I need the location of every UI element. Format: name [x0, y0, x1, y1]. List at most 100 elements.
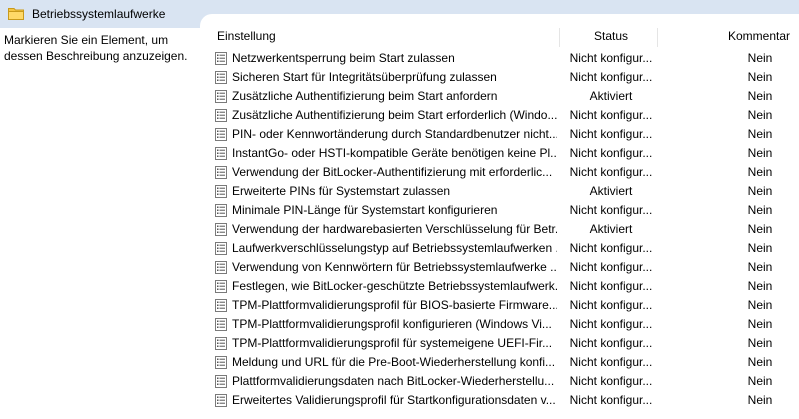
table-row[interactable]: Plattformvalidierungsdaten nach BitLocke…: [210, 372, 799, 391]
table-row[interactable]: PIN- oder Kennwortänderung durch Standar…: [210, 125, 799, 144]
setting-name: InstantGo- oder HSTI-kompatible Geräte b…: [232, 146, 557, 160]
setting-name: PIN- oder Kennwortänderung durch Standar…: [232, 127, 557, 141]
setting-comment: Nein: [747, 146, 773, 160]
column-header-status[interactable]: Status: [594, 28, 628, 47]
setting-name: TPM-Plattformvalidierungsprofil konfigur…: [232, 317, 552, 331]
setting-name: Verwendung von Kennwörtern für Betriebss…: [232, 260, 557, 274]
setting-name: TPM-Plattformvalidierungsprofil für BIOS…: [232, 298, 557, 312]
setting-comment: Nein: [747, 222, 773, 236]
setting-status: Nicht konfigur...: [569, 241, 653, 255]
setting-status: Nicht konfigur...: [569, 108, 653, 122]
settings-list: Netzwerkentsperrung beim Start zulassen N…: [210, 49, 799, 410]
policy-setting-icon: [215, 109, 227, 122]
policy-setting-icon: [215, 394, 227, 407]
setting-name: Minimale PIN-Länge für Systemstart konfi…: [232, 203, 498, 217]
table-row[interactable]: Erweitertes Validierungsprofil für Start…: [210, 391, 799, 410]
setting-status: Nicht konfigur...: [569, 260, 653, 274]
policy-setting-icon: [215, 337, 227, 350]
setting-comment: Nein: [747, 260, 773, 274]
table-row[interactable]: Zusätzliche Authentifizierung beim Start…: [210, 87, 799, 106]
setting-status: Nicht konfigur...: [569, 317, 653, 331]
table-row[interactable]: Verwendung der hardwarebasierten Verschl…: [210, 220, 799, 239]
setting-comment: Nein: [747, 203, 773, 217]
setting-name: Plattformvalidierungsdaten nach BitLocke…: [232, 374, 555, 388]
policy-setting-icon: [215, 280, 227, 293]
setting-name: Laufwerkverschlüsselungstyp auf Betriebs…: [232, 241, 557, 255]
setting-status: Nicht konfigur...: [569, 393, 653, 407]
policy-setting-icon: [215, 299, 227, 312]
setting-comment: Nein: [747, 184, 773, 198]
policy-setting-icon: [215, 52, 227, 65]
setting-comment: Nein: [747, 393, 773, 407]
setting-name: Sicheren Start für Integritätsüberprüfun…: [232, 70, 497, 84]
setting-name: Zusätzliche Authentifizierung beim Start…: [232, 108, 557, 122]
table-row[interactable]: Verwendung der BitLocker-Authentifizieru…: [210, 163, 799, 182]
policy-setting-icon: [215, 261, 227, 274]
policy-setting-icon: [215, 356, 227, 369]
setting-status: Nicht konfigur...: [569, 146, 653, 160]
policy-setting-icon: [215, 375, 227, 388]
table-row[interactable]: TPM-Plattformvalidierungsprofil konfigur…: [210, 315, 799, 334]
setting-status: Nicht konfigur...: [569, 374, 653, 388]
setting-name: Netzwerkentsperrung beim Start zulassen: [232, 51, 455, 65]
setting-status: Nicht konfigur...: [569, 70, 653, 84]
setting-status: Nicht konfigur...: [569, 355, 653, 369]
table-row[interactable]: InstantGo- oder HSTI-kompatible Geräte b…: [210, 144, 799, 163]
setting-name: Erweitertes Validierungsprofil für Start…: [232, 393, 556, 407]
table-row[interactable]: Zusätzliche Authentifizierung beim Start…: [210, 106, 799, 125]
column-divider[interactable]: [559, 28, 560, 47]
setting-name: Meldung und URL für die Pre-Boot-Wiederh…: [232, 355, 556, 369]
table-row[interactable]: Minimale PIN-Länge für Systemstart konfi…: [210, 201, 799, 220]
setting-comment: Nein: [747, 70, 773, 84]
setting-comment: Nein: [747, 51, 773, 65]
policy-setting-icon: [215, 185, 227, 198]
setting-status: Nicht konfigur...: [569, 336, 653, 350]
column-divider[interactable]: [657, 28, 658, 47]
table-row[interactable]: TPM-Plattformvalidierungsprofil für syst…: [210, 334, 799, 353]
table-row[interactable]: Erweiterte PINs für Systemstart zulassen…: [210, 182, 799, 201]
policy-setting-icon: [215, 204, 227, 217]
setting-status: Nicht konfigur...: [569, 165, 653, 179]
setting-comment: Nein: [747, 298, 773, 312]
table-row[interactable]: Meldung und URL für die Pre-Boot-Wiederh…: [210, 353, 799, 372]
setting-name: Verwendung der BitLocker-Authentifizieru…: [232, 165, 553, 179]
setting-comment: Nein: [747, 374, 773, 388]
setting-comment: Nein: [747, 317, 773, 331]
policy-setting-icon: [215, 318, 227, 331]
table-row[interactable]: TPM-Plattformvalidierungsprofil für BIOS…: [210, 296, 799, 315]
folder-icon: [8, 8, 24, 20]
table-row[interactable]: Festlegen, wie BitLocker-geschützte Betr…: [210, 277, 799, 296]
setting-name: Erweiterte PINs für Systemstart zulassen: [232, 184, 451, 198]
setting-comment: Nein: [747, 241, 773, 255]
setting-comment: Nein: [747, 165, 773, 179]
setting-status: Aktiviert: [589, 222, 633, 236]
setting-status: Nicht konfigur...: [569, 127, 653, 141]
setting-comment: Nein: [747, 89, 773, 103]
policy-setting-icon: [215, 147, 227, 160]
table-header: Einstellung Status Kommentar: [210, 28, 799, 47]
table-row[interactable]: Sicheren Start für Integritätsüberprüfun…: [210, 68, 799, 87]
policy-setting-icon: [215, 223, 227, 236]
setting-status: Nicht konfigur...: [569, 279, 653, 293]
setting-name: Verwendung der hardwarebasierten Verschl…: [232, 222, 557, 236]
column-header-comment[interactable]: Kommentar: [728, 28, 790, 47]
setting-comment: Nein: [747, 108, 773, 122]
table-row[interactable]: Laufwerkverschlüsselungstyp auf Betriebs…: [210, 239, 799, 258]
setting-status: Nicht konfigur...: [569, 203, 653, 217]
policy-editor-window: Betriebssystemlaufwerke Markieren Sie ei…: [0, 0, 799, 419]
policy-setting-icon: [215, 128, 227, 141]
column-header-setting[interactable]: Einstellung: [217, 28, 276, 47]
setting-name: Zusätzliche Authentifizierung beim Start…: [232, 89, 498, 103]
setting-status: Nicht konfigur...: [569, 51, 653, 65]
setting-status: Aktiviert: [589, 184, 633, 198]
description-pane: Markieren Sie ein Element, um dessen Bes…: [4, 33, 188, 63]
setting-name: Festlegen, wie BitLocker-geschützte Betr…: [232, 279, 557, 293]
policy-setting-icon: [215, 166, 227, 179]
policy-setting-icon: [215, 242, 227, 255]
policy-setting-icon: [215, 71, 227, 84]
table-row[interactable]: Netzwerkentsperrung beim Start zulassen N…: [210, 49, 799, 68]
setting-comment: Nein: [747, 279, 773, 293]
folder-title: Betriebssystemlaufwerke: [32, 7, 166, 21]
table-row[interactable]: Verwendung von Kennwörtern für Betriebss…: [210, 258, 799, 277]
policy-setting-icon: [215, 90, 227, 103]
